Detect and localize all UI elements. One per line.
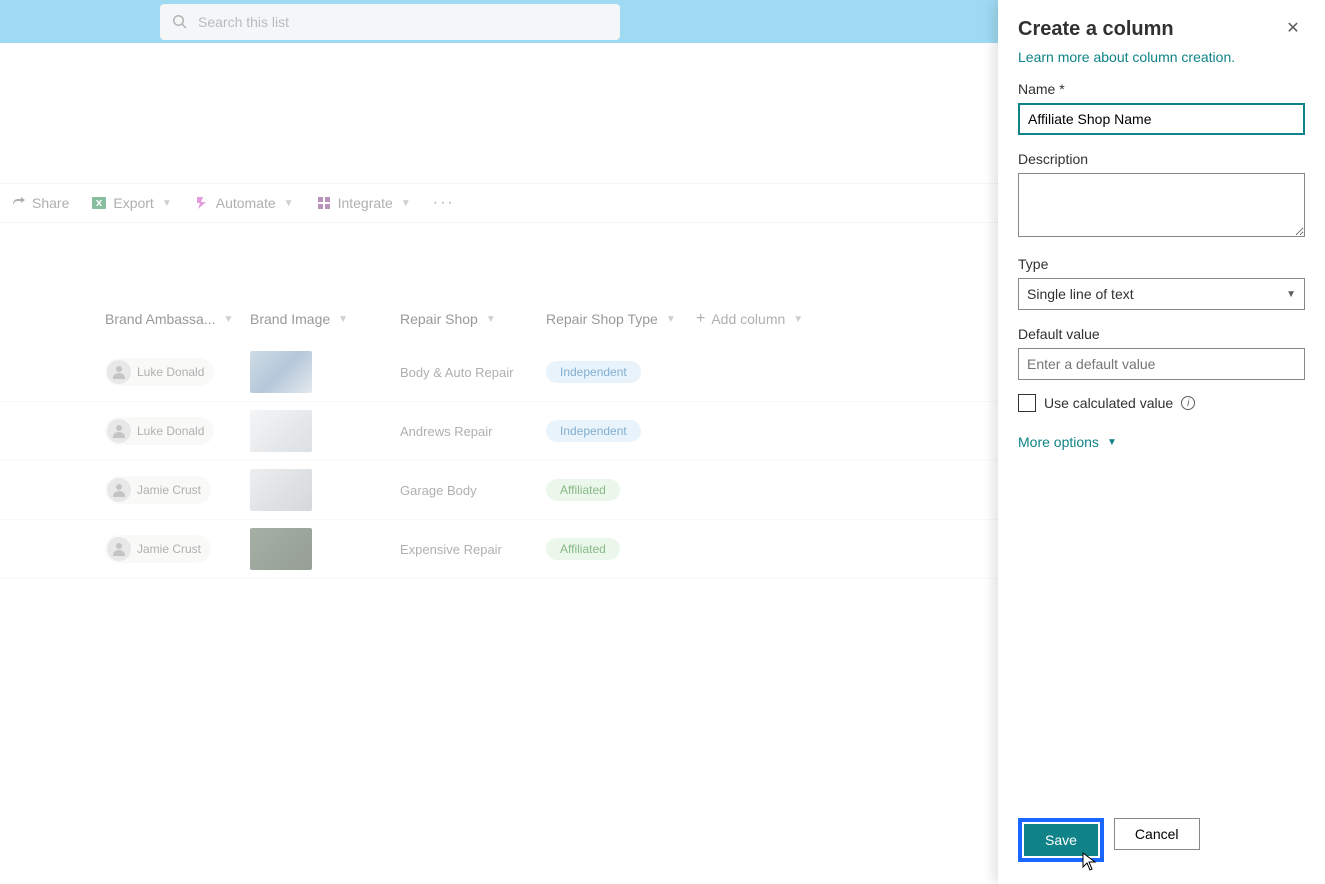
save-highlight: Save <box>1018 818 1104 862</box>
status-badge: Affiliated <box>546 479 620 501</box>
chevron-down-icon: ▼ <box>1107 437 1117 448</box>
save-button[interactable]: Save <box>1024 824 1098 856</box>
export-button[interactable]: Export ▼ <box>91 195 171 211</box>
column-header-brand-ambassador[interactable]: Brand Ambassa...▼ <box>105 311 250 327</box>
avatar <box>107 478 131 502</box>
share-icon <box>10 195 26 211</box>
use-calculated-label: Use calculated value <box>1044 395 1173 411</box>
chevron-down-icon: ▼ <box>793 314 803 325</box>
cell-repair-shop: Expensive Repair <box>400 542 502 557</box>
cell-repair-shop: Andrews Repair <box>400 424 493 439</box>
info-icon[interactable]: i <box>1181 396 1195 410</box>
create-column-panel: Create a column ✕ Learn more about colum… <box>998 0 1325 884</box>
chevron-down-icon: ▼ <box>338 314 348 325</box>
thumbnail-image[interactable] <box>250 528 312 570</box>
chevron-down-icon: ▼ <box>486 314 496 325</box>
status-badge: Independent <box>546 361 641 383</box>
thumbnail-image[interactable] <box>250 351 312 393</box>
name-label: Name * <box>1018 81 1305 97</box>
cell-repair-shop: Body & Auto Repair <box>400 365 513 380</box>
status-badge: Affiliated <box>546 538 620 560</box>
search-icon <box>172 14 188 30</box>
avatar <box>107 537 131 561</box>
share-button[interactable]: Share <box>10 195 69 211</box>
chevron-down-icon: ▼ <box>666 314 676 325</box>
integrate-button[interactable]: Integrate ▼ <box>316 195 411 211</box>
more-options-toggle[interactable]: More options ▼ <box>1018 434 1305 450</box>
chevron-down-icon: ▼ <box>224 314 234 325</box>
integrate-icon <box>316 195 332 211</box>
description-input[interactable] <box>1018 173 1305 237</box>
chevron-down-icon: ▼ <box>162 198 172 209</box>
panel-title: Create a column <box>1018 18 1174 41</box>
search-box[interactable] <box>160 4 620 40</box>
type-label: Type <box>1018 256 1305 272</box>
chevron-down-icon: ▼ <box>1286 289 1296 300</box>
plus-icon: + <box>696 310 705 328</box>
thumbnail-image[interactable] <box>250 410 312 452</box>
automate-button[interactable]: Automate ▼ <box>194 195 294 211</box>
thumbnail-image[interactable] <box>250 469 312 511</box>
column-header-repair-shop[interactable]: Repair Shop▼ <box>400 311 546 327</box>
avatar <box>107 419 131 443</box>
column-header-brand-image[interactable]: Brand Image▼ <box>250 311 400 327</box>
name-input[interactable] <box>1018 103 1305 135</box>
close-button[interactable]: ✕ <box>1281 18 1305 38</box>
person-pill[interactable]: Jamie Crust <box>105 535 211 563</box>
automate-icon <box>194 195 210 211</box>
search-input[interactable] <box>198 14 608 30</box>
person-pill[interactable]: Jamie Crust <box>105 476 211 504</box>
status-badge: Independent <box>546 420 641 442</box>
add-column-button[interactable]: +Add column▼ <box>696 310 803 328</box>
default-value-input[interactable] <box>1018 348 1305 380</box>
learn-more-link[interactable]: Learn more about column creation. <box>1018 49 1305 65</box>
description-label: Description <box>1018 151 1305 167</box>
person-pill[interactable]: Luke Donald <box>105 417 214 445</box>
avatar <box>107 360 131 384</box>
chevron-down-icon: ▼ <box>401 198 411 209</box>
person-pill[interactable]: Luke Donald <box>105 358 214 386</box>
column-header-repair-shop-type[interactable]: Repair Shop Type▼ <box>546 311 696 327</box>
use-calculated-checkbox[interactable] <box>1018 394 1036 412</box>
cancel-button[interactable]: Cancel <box>1114 818 1200 850</box>
cell-repair-shop: Garage Body <box>400 483 477 498</box>
chevron-down-icon: ▼ <box>284 198 294 209</box>
more-button[interactable]: ··· <box>433 194 455 212</box>
default-value-label: Default value <box>1018 326 1305 342</box>
excel-icon <box>91 195 107 211</box>
type-select[interactable]: Single line of text ▼ <box>1018 278 1305 310</box>
